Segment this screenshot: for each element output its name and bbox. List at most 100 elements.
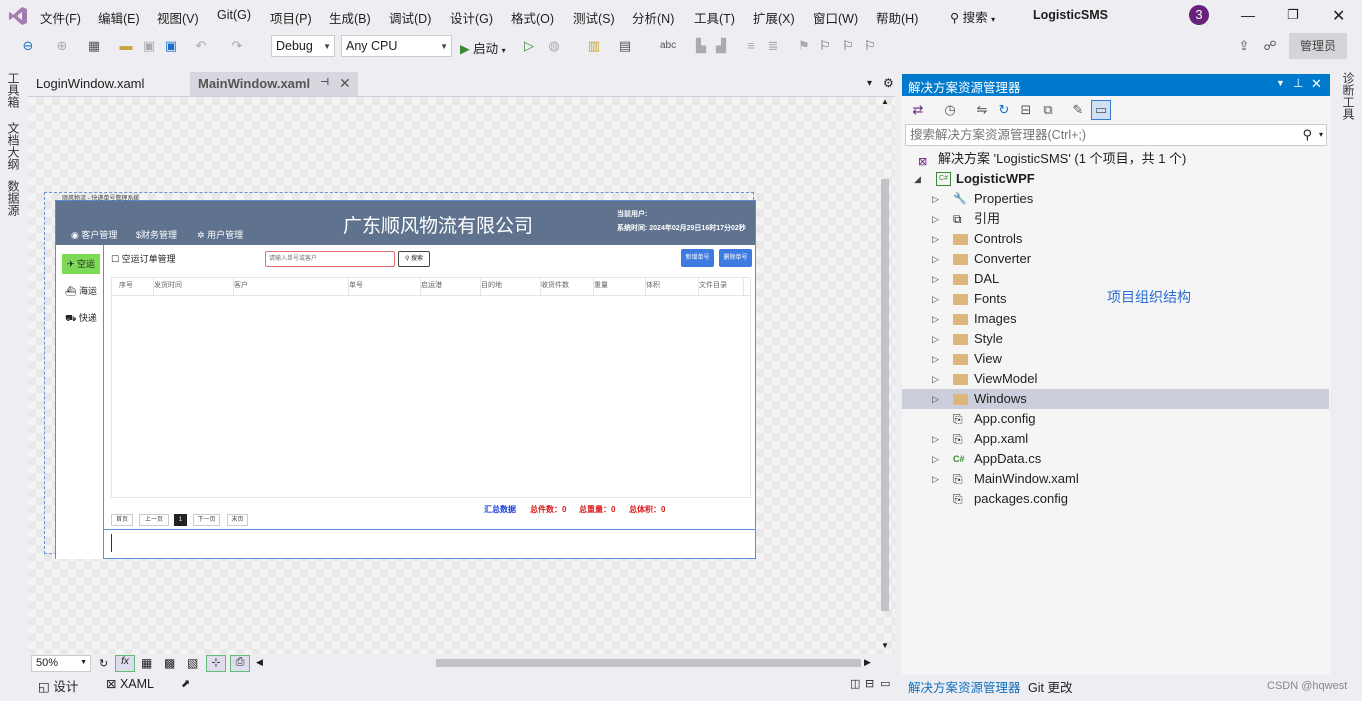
split-horizontal-icon[interactable]: ⊟ <box>865 677 874 690</box>
close-icon[interactable]: ✕ <box>339 75 351 92</box>
grid-icon[interactable]: ▦ <box>141 656 152 670</box>
menu-item[interactable]: 设计(G) <box>450 8 493 27</box>
pager-button[interactable]: 下一页 <box>193 514 220 526</box>
grid-column-header[interactable]: 体积 <box>646 277 699 295</box>
device-icon[interactable]: ⎙ <box>230 655 250 672</box>
refresh-icon[interactable]: ↻ <box>996 102 1012 118</box>
scroll-down-icon[interactable]: ▼ <box>881 641 889 650</box>
close-icon[interactable]: ✕ <box>1311 76 1322 92</box>
expand-arrow-icon[interactable]: ▷ <box>932 269 939 289</box>
scroll-right-icon[interactable]: ▶ <box>864 657 871 668</box>
new-project-icon[interactable]: ▦ <box>86 38 102 54</box>
add-order-button[interactable]: 新增单号 <box>681 249 714 267</box>
comment-icon[interactable]: ▙ <box>693 38 709 54</box>
snap-lines-icon[interactable]: ⊹ <box>206 655 226 672</box>
solution-node[interactable]: ⊠ 解决方案 'LogisticSMS' (1 个项目，共 1 个) <box>902 149 1329 169</box>
menu-item[interactable]: 扩展(X) <box>753 8 795 27</box>
preview-icon[interactable]: ▭ <box>1091 100 1111 120</box>
notification-badge[interactable]: 3 <box>1189 5 1209 25</box>
redo-icon[interactable]: ↷ <box>229 38 245 54</box>
order-search-button[interactable]: ⚲ 搜索 <box>398 251 430 267</box>
tree-item[interactable]: ▷ ⧉ 引用 <box>902 209 1329 229</box>
wpf-window-preview[interactable]: 顺风物流 - 快递单号管理系统 广东顺风物流有限公司 当前用户: 系统时间: 2… <box>55 196 756 559</box>
grid-column-header[interactable]: 发货时间 <box>154 277 234 295</box>
expand-arrow-icon[interactable]: ▷ <box>932 389 939 409</box>
indent-icon[interactable]: ≡ <box>743 38 759 54</box>
snap-grid-icon[interactable]: ▩ <box>164 656 175 670</box>
menu-item[interactable]: 文件(F) <box>40 8 81 27</box>
tree-item[interactable]: ▷ Controls <box>902 229 1329 249</box>
chevron-down-icon[interactable]: ▾ <box>1319 130 1323 139</box>
side-nav-express[interactable]: ⛟ 快递 <box>62 308 100 328</box>
tree-item[interactable]: ▷ Images <box>902 309 1329 329</box>
gear-icon[interactable]: ⚙ <box>883 76 894 90</box>
tree-item[interactable]: ▷ Windows <box>902 389 1329 409</box>
admin-button[interactable]: 管理员 <box>1289 33 1347 59</box>
grid-column-header[interactable]: 客户 <box>234 277 349 295</box>
uncomment-icon[interactable]: ▟ <box>713 38 729 54</box>
tab-main-window[interactable]: MainWindow.xaml ⊣ ✕ <box>190 72 358 96</box>
diagnostics-tab[interactable]: 诊断工具 <box>1340 72 1357 120</box>
split-vertical-icon[interactable]: ◫ <box>850 677 860 690</box>
minimize-button[interactable]: — <box>1241 7 1255 23</box>
fx-icon[interactable]: fx <box>115 655 135 672</box>
expand-arrow-icon[interactable]: ▷ <box>932 229 939 249</box>
orders-grid[interactable] <box>111 277 751 498</box>
expand-arrow-icon[interactable]: ▷ <box>932 189 939 209</box>
side-nav-air[interactable]: ✈ 空运 <box>62 254 100 274</box>
expand-arrow-icon[interactable]: ▷ <box>932 289 939 309</box>
outdent-icon[interactable]: ≣ <box>765 38 781 54</box>
share-icon[interactable]: ⇪ <box>1236 38 1252 54</box>
layout-icon[interactable]: ▤ <box>617 38 633 54</box>
checker-icon[interactable]: ▧ <box>187 656 198 670</box>
grid-column-header[interactable]: 启运港 <box>421 277 481 295</box>
side-nav-sea[interactable]: ⛴ 海运 <box>62 281 100 301</box>
expand-arrow-icon[interactable]: ▷ <box>932 449 939 469</box>
start-without-debug-icon[interactable]: ▷ <box>521 38 537 54</box>
spell-icon[interactable]: abc <box>660 38 676 54</box>
menu-item[interactable]: 编辑(E) <box>98 8 140 27</box>
order-search-input[interactable] <box>265 251 395 267</box>
tree-item[interactable]: ▷ ⎘ MainWindow.xaml <box>902 469 1329 489</box>
document-outline-tab[interactable]: 文档大纲 <box>5 122 22 170</box>
visual-studio-logo[interactable] <box>8 6 28 26</box>
xaml-view-tab[interactable]: ⊠ XAML <box>106 676 154 691</box>
undo-icon[interactable]: ↶ <box>193 38 209 54</box>
grid-column-header[interactable]: 重量 <box>594 277 646 295</box>
collapse-all-icon[interactable]: ⊟ <box>1018 102 1034 118</box>
restore-button[interactable]: ❐ <box>1287 7 1299 23</box>
sync-icon[interactable]: ⇋ <box>974 102 990 118</box>
chevron-down-icon[interactable]: ▾ <box>867 78 872 89</box>
scroll-left-icon[interactable]: ◀ <box>256 657 263 668</box>
forward-icon[interactable]: ⊕ <box>54 38 70 54</box>
top-nav-finance[interactable]: $财务管理 <box>136 228 177 241</box>
menu-item[interactable]: 工具(T) <box>694 8 735 27</box>
expand-arrow-icon[interactable]: ▷ <box>932 309 939 329</box>
solution-explorer-bottom-tab[interactable]: 解决方案资源管理器 <box>908 677 1021 696</box>
refresh-icon[interactable]: ↻ <box>99 657 108 670</box>
bookmark-icon[interactable]: ⚑ <box>796 38 812 54</box>
tree-item[interactable]: ▷ 🔧 Properties <box>902 189 1329 209</box>
expand-arrow-icon[interactable]: ▷ <box>932 469 939 489</box>
open-folder-icon[interactable]: ▬ <box>118 38 134 54</box>
browse-icon[interactable]: ▥ <box>586 38 602 54</box>
expand-arrow-icon[interactable]: ▷ <box>932 369 939 389</box>
start-button[interactable]: ▶ 启动 ▾ <box>460 38 506 57</box>
solution-search[interactable]: ⚲ ▾ <box>905 124 1327 146</box>
history-icon[interactable]: ◷ <box>942 102 958 118</box>
menu-item[interactable]: 调试(D) <box>389 8 431 27</box>
scroll-up-icon[interactable]: ▲ <box>881 97 889 106</box>
collapse-pane-icon[interactable]: ▭ <box>880 677 890 690</box>
pager-button[interactable]: 上一页 <box>139 514 169 526</box>
tree-item[interactable]: ⎘ packages.config <box>902 489 1329 509</box>
zoom-select[interactable]: 50% ▼ <box>31 655 91 672</box>
grid-column-header[interactable]: 序号 <box>119 277 154 295</box>
menu-item[interactable]: Git(G) <box>217 8 251 22</box>
design-view-tab[interactable]: ◱ 设计 <box>38 676 78 695</box>
search-menu[interactable]: ⚲ 搜索 ▾ <box>950 7 995 26</box>
tree-item[interactable]: ▷ DAL <box>902 269 1329 289</box>
tab-login-window[interactable]: LoginWindow.xaml <box>28 72 190 96</box>
feedback-icon[interactable]: ☍ <box>1262 38 1278 54</box>
expand-arrow-icon[interactable]: ▷ <box>932 249 939 269</box>
grid-column-header[interactable]: 目的地 <box>481 277 541 295</box>
